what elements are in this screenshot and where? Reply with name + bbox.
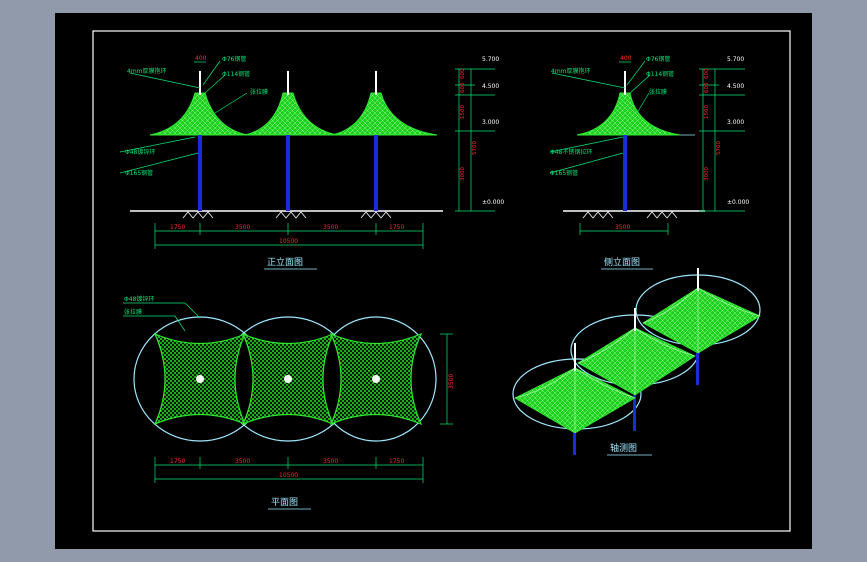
level-4: ±0.000 [482,199,504,206]
dim-bottom-2: 3500 [235,224,250,231]
level-2: 4.500 [482,83,499,90]
level-1: 5.700 [482,56,499,63]
side-level-3: 3.000 [727,119,744,126]
side-vdim-3: 1500 [704,105,710,119]
side-callout-4: 张拉膜 [649,88,667,96]
callout-membrane-ring: 4mm厚膜抱环 [127,67,167,75]
side-callout-6: Φ165钢管 [550,169,578,177]
axonometric-view: 轴测图 [512,268,761,456]
plan-membrane-2 [241,332,335,426]
dim-bottom-4: 1750 [389,224,404,231]
column [374,135,378,211]
callout-ring: Φ48镀锌环 [125,148,155,156]
plan-view: Φ48镀锌环 张拉膜 3500 1750 3500 3500 1750 1050… [123,295,455,510]
plan-callout-2: 张拉膜 [124,308,142,316]
dim-bottom-1: 1750 [170,224,185,231]
plan-side-dim: 3500 [448,374,455,389]
plan-dim-total: 10500 [279,472,298,479]
side-callout-5: Φ48不锈钢拉环 [550,148,592,156]
level-3: 3.000 [482,119,499,126]
plan-dim-1: 1750 [170,458,185,465]
side-vdim-1: 600 [704,68,710,79]
vdim-5: 5700 [472,141,478,155]
drawing-sheet: 4mm厚膜抱环 Φ76钢管 Φ114钢管 张拉膜 Φ48镀锌环 Φ165钢管 4… [55,13,812,549]
side-vdim-5: 5700 [716,141,722,155]
vdim-2: 600 [460,82,466,93]
plan-membrane-3 [329,332,423,426]
callout-membrane: 张拉膜 [250,88,268,96]
plan-dim-4: 1750 [389,458,404,465]
side-callout-2: Φ76钢管 [646,55,670,63]
side-dim-top: 400 [620,55,632,62]
cad-drawing-canvas: 4mm厚膜抱环 Φ76钢管 Φ114钢管 张拉膜 Φ48镀锌环 Φ165钢管 4… [92,30,791,532]
front-canopy-3 [331,71,438,211]
vdim-3: 1500 [460,105,466,119]
plan-membrane-1 [153,332,247,426]
front-elevation-title: 正立面图 [267,256,303,268]
side-dim-bottom: 3500 [615,224,630,231]
vdim-1: 600 [460,68,466,79]
side-callout-3: Φ114钢管 [646,70,674,78]
footings [182,211,392,219]
front-elevation: 4mm厚膜抱环 Φ76钢管 Φ114钢管 张拉膜 Φ48镀锌环 Φ165钢管 4… [119,55,504,270]
side-vdim-2: 600 [704,82,710,93]
side-elevation: 4mm厚膜抱环 Φ76钢管 Φ114钢管 张拉膜 Φ48不锈钢拉环 Φ165钢管… [549,55,749,270]
side-callout-1: 4mm厚膜抱环 [551,67,591,75]
callout-pipe-114: Φ114钢管 [222,70,250,78]
side-level-2: 4.500 [727,83,744,90]
plan-title: 平面图 [271,497,298,508]
callout-pipe-165: Φ165钢管 [125,169,153,177]
axonometric-title: 轴测图 [610,442,637,454]
front-canopy-1 [149,71,248,211]
callout-pipe-76: Φ76钢管 [222,55,246,63]
dim-bottom-3: 3500 [323,224,338,231]
column [623,135,627,211]
column [198,135,202,211]
dim-top: 400 [195,55,207,62]
side-vdim-4: 3000 [704,167,710,181]
vdim-4: 3000 [460,167,466,181]
plan-dim-2: 3500 [235,458,250,465]
side-elevation-title: 侧立面图 [604,256,640,268]
dim-total: 10500 [279,238,298,245]
plan-callout-1: Φ48镀锌环 [124,295,154,303]
column [286,135,290,211]
side-level-4: ±0.000 [727,199,749,206]
side-level-1: 5.700 [727,56,744,63]
plan-dim-3: 3500 [323,458,338,465]
